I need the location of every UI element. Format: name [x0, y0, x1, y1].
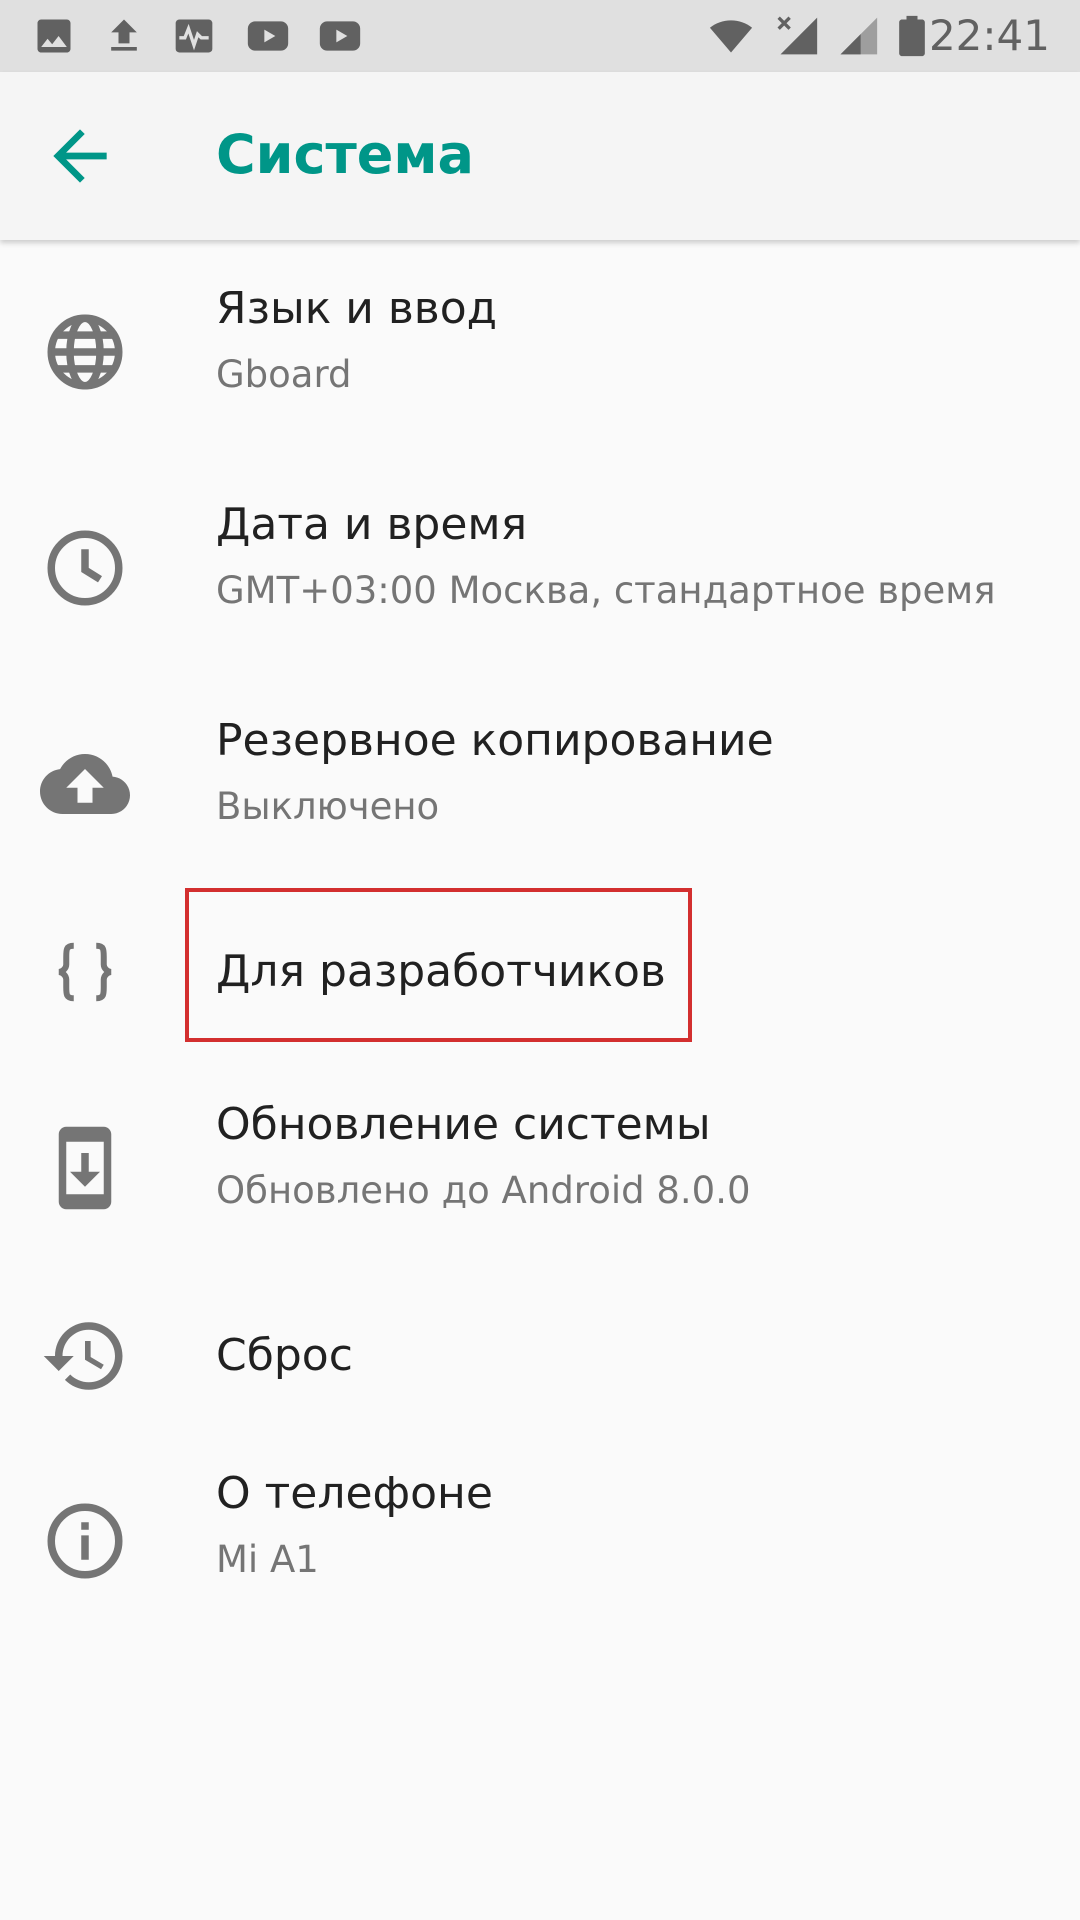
settings-item-subtitle: Mi A1 — [216, 1538, 319, 1581]
settings-item-title: Резервное копирование — [216, 715, 774, 766]
settings-item-subtitle: Gboard — [216, 353, 352, 396]
settings-item-title: О телефоне — [216, 1468, 493, 1519]
system-update-icon — [58, 1126, 112, 1210]
youtube-icon — [319, 21, 361, 51]
settings-item-developer-options[interactable]: Для разработчиков — [0, 888, 1080, 1056]
settings-item-about-phone[interactable]: О телефоне Mi A1 — [0, 1440, 1080, 1656]
settings-item-subtitle: GMT+03:00 Москва, стандартное время — [216, 569, 996, 612]
settings-item-subtitle: Обновлено до Android 8.0.0 — [216, 1169, 751, 1212]
signal-icon — [840, 17, 878, 55]
battery-icon — [899, 15, 925, 57]
settings-item-system-update[interactable]: Обновление системы Обновлено до Android … — [0, 1056, 1080, 1272]
youtube-icon — [247, 21, 289, 51]
history-icon — [43, 1322, 123, 1390]
info-icon — [47, 1503, 123, 1579]
gallery-icon — [37, 19, 71, 53]
settings-item-backup[interactable]: Резервное копирование Выключено — [0, 672, 1080, 888]
settings-item-title: Для разработчиков — [216, 946, 666, 997]
settings-item-language[interactable]: Язык и ввод Gboard — [0, 240, 1080, 456]
settings-item-subtitle: Выключено — [216, 785, 440, 828]
back-button[interactable] — [40, 116, 130, 196]
settings-item-date-time[interactable]: Дата и время GMT+03:00 Москва, стандартн… — [0, 456, 1080, 672]
settings-item-reset[interactable]: Сброс — [0, 1272, 1080, 1440]
status-bar: 22:41 — [0, 0, 1080, 72]
signal-no-data-icon — [777, 16, 818, 55]
globe-icon — [47, 314, 123, 390]
cloud-upload-icon — [40, 754, 130, 814]
status-time: 22:41 — [928, 11, 1050, 60]
page-title: Система — [216, 123, 474, 186]
arrow-back-icon — [53, 129, 107, 183]
activity-icon — [175, 19, 213, 53]
settings-item-title: Язык и ввод — [216, 283, 498, 334]
settings-item-title: Дата и время — [216, 499, 528, 550]
upload-icon — [111, 19, 137, 51]
wifi-icon — [709, 20, 753, 53]
app-bar: Система — [0, 72, 1080, 240]
clock-icon — [47, 530, 123, 606]
settings-item-title: Сброс — [216, 1330, 353, 1381]
settings-item-title: Обновление системы — [216, 1099, 711, 1150]
braces-icon — [58, 942, 112, 1002]
